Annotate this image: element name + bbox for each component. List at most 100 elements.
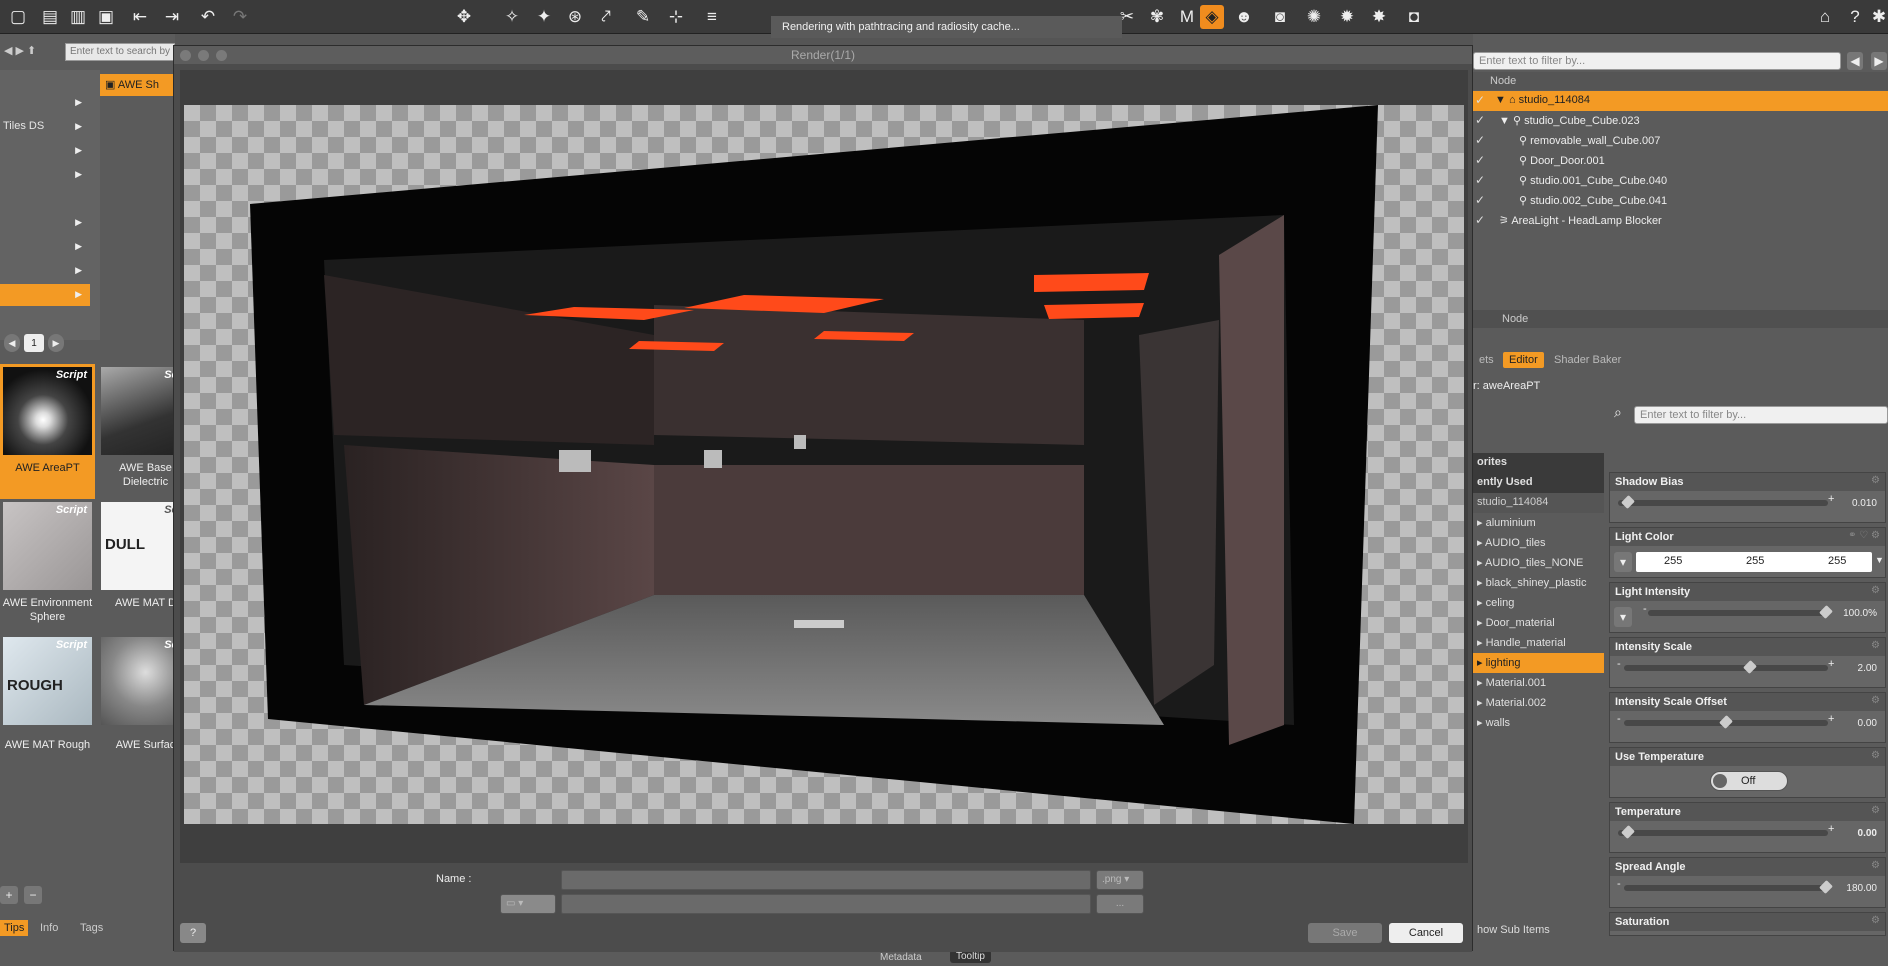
merge-folder-icon[interactable]: ▥ bbox=[66, 5, 90, 29]
morph-icon[interactable]: M bbox=[1175, 5, 1199, 29]
visibility-check-icon[interactable]: ✓ bbox=[1475, 93, 1485, 107]
material-item[interactable]: ▸ celing bbox=[1473, 593, 1604, 613]
color-field[interactable]: 255 255 255 bbox=[1636, 552, 1872, 572]
material-item[interactable]: ▸ AUDIO_tiles_NONE bbox=[1473, 553, 1604, 573]
undo-icon[interactable]: ↶ bbox=[196, 5, 220, 29]
browse-button[interactable]: ... bbox=[1096, 894, 1144, 914]
material-group-root[interactable]: studio_114084 bbox=[1473, 493, 1604, 513]
import-icon[interactable]: ⇤ bbox=[128, 5, 152, 29]
scene-item[interactable]: ✓ ▼ ⚲ studio_Cube_Cube.023 bbox=[1473, 111, 1888, 131]
point-light-icon[interactable]: ✺ bbox=[1302, 5, 1326, 29]
category-row[interactable]: ▶ bbox=[0, 140, 90, 162]
scene-item[interactable]: ✓ ⚞ AreaLight - HeadLamp Blocker bbox=[1473, 211, 1888, 231]
scene-tool-icon[interactable]: ✥ bbox=[452, 5, 476, 29]
prop-value[interactable]: 0.010 bbox=[1852, 498, 1877, 509]
scene-filter-input[interactable]: Enter text to filter by... bbox=[1473, 52, 1841, 70]
gear-icon[interactable]: ⚙ bbox=[1871, 805, 1880, 816]
material-item[interactable]: ▸ black_shiney_plastic bbox=[1473, 573, 1604, 593]
visibility-check-icon[interactable]: ✓ bbox=[1475, 193, 1485, 207]
new-file-icon[interactable]: ▢ bbox=[6, 5, 30, 29]
tab-shader-baker[interactable]: Shader Baker bbox=[1548, 352, 1627, 368]
open-folder-icon[interactable]: ▤ bbox=[38, 5, 62, 29]
increment-icon[interactable]: + bbox=[1828, 713, 1834, 725]
folder-menu-button[interactable]: ▭ ▾ bbox=[500, 894, 556, 914]
minimize-window-icon[interactable] bbox=[198, 50, 209, 61]
increment-icon[interactable]: + bbox=[1828, 823, 1834, 835]
gear-icon[interactable]: ⚙ bbox=[1871, 475, 1880, 486]
temperature-toggle[interactable]: Off bbox=[1710, 771, 1788, 791]
visibility-check-icon[interactable]: ✓ bbox=[1475, 153, 1485, 167]
scene-item[interactable]: ✓ ⚲ studio.002_Cube_Cube.041 bbox=[1473, 191, 1888, 211]
increment-icon[interactable]: + bbox=[1828, 493, 1834, 505]
transform-icon[interactable]: ⊹ bbox=[664, 5, 688, 29]
scene-item[interactable]: ✓ ⚲ removable_wall_Cube.007 bbox=[1473, 131, 1888, 151]
tab-editor[interactable]: Editor bbox=[1503, 352, 1544, 368]
material-item-selected[interactable]: ▸ lighting bbox=[1473, 653, 1604, 673]
name-input[interactable] bbox=[561, 870, 1091, 890]
distant-light-icon[interactable]: ✸ bbox=[1367, 5, 1391, 29]
settings-icon[interactable]: ✱ bbox=[1867, 5, 1888, 29]
library-nav-arrows[interactable]: ◀ ▶ ⬆ bbox=[4, 44, 36, 57]
gear-icon[interactable]: ⚙ bbox=[1871, 750, 1880, 761]
prop-value[interactable]: 2.00 bbox=[1858, 663, 1877, 674]
prop-value[interactable]: 0.00 bbox=[1858, 718, 1877, 729]
slider-track[interactable] bbox=[1618, 500, 1828, 506]
joint-icon[interactable]: ⊛ bbox=[563, 5, 587, 29]
save-icon[interactable]: ▣ bbox=[94, 5, 118, 29]
material-item[interactable]: ▸ Handle_material bbox=[1473, 633, 1604, 653]
sparkle-icon[interactable]: ✦ bbox=[532, 5, 556, 29]
decrement-icon[interactable]: - bbox=[1617, 658, 1621, 670]
cancel-button[interactable]: Cancel bbox=[1389, 923, 1463, 943]
tab-info[interactable]: Info bbox=[36, 920, 62, 936]
slider-knob[interactable] bbox=[1621, 825, 1635, 839]
save-button[interactable]: Save bbox=[1308, 923, 1382, 943]
path-input[interactable] bbox=[561, 894, 1091, 914]
material-item[interactable]: ▸ aluminium bbox=[1473, 513, 1604, 533]
tool-icon[interactable]: ✎ bbox=[631, 5, 655, 29]
spot-light-icon[interactable]: ✹ bbox=[1335, 5, 1359, 29]
help-button[interactable]: ? bbox=[180, 923, 206, 943]
material-item[interactable]: ▸ Material.002 bbox=[1473, 693, 1604, 713]
figure-icon[interactable]: ☻ bbox=[1232, 5, 1256, 29]
remove-button[interactable]: − bbox=[24, 886, 42, 904]
add-button[interactable]: + bbox=[0, 886, 18, 904]
category-row[interactable]: ▶ bbox=[0, 92, 90, 114]
home-icon[interactable]: ⌂ bbox=[1813, 5, 1837, 29]
tab-tags[interactable]: Tags bbox=[76, 920, 107, 936]
gear-icon[interactable]: ⚙ bbox=[1871, 640, 1880, 651]
slider-knob[interactable] bbox=[1621, 495, 1635, 509]
prop-value[interactable]: 180.00 bbox=[1846, 883, 1877, 894]
category-row[interactable]: ▶ bbox=[0, 164, 90, 186]
slider-knob[interactable] bbox=[1743, 660, 1757, 674]
tab-presets[interactable]: ets bbox=[1473, 352, 1500, 368]
gear-icon[interactable]: ⚙ bbox=[1871, 860, 1880, 871]
category-tab[interactable]: ▣ AWE Sh bbox=[100, 74, 175, 96]
decrement-icon[interactable]: - bbox=[1617, 713, 1621, 725]
decrement-icon[interactable]: - bbox=[1617, 878, 1621, 890]
slider-knob[interactable] bbox=[1719, 715, 1733, 729]
filter-forward-button[interactable]: ▶ bbox=[1871, 52, 1887, 70]
gear-icon[interactable]: ⚙ bbox=[1871, 695, 1880, 706]
show-sub-items-checkbox[interactable]: how Sub Items bbox=[1473, 921, 1604, 941]
camera-icon[interactable]: ◘ bbox=[1402, 5, 1426, 29]
export-icon[interactable]: ⇥ bbox=[160, 5, 184, 29]
visibility-check-icon[interactable]: ✓ bbox=[1475, 173, 1485, 187]
scene-item[interactable]: ✓ ⚲ studio.001_Cube_Cube.040 bbox=[1473, 171, 1888, 191]
library-search-input[interactable]: Enter text to search by bbox=[65, 43, 175, 61]
zoom-window-icon[interactable] bbox=[216, 50, 227, 61]
format-select[interactable]: .png ▾ bbox=[1096, 870, 1144, 890]
tile-awe-mat-rough[interactable]: Script ROUGH AWE MAT Rough bbox=[0, 634, 95, 769]
slider-track[interactable] bbox=[1618, 830, 1828, 836]
category-row[interactable]: Tiles DS ▶ bbox=[0, 116, 90, 138]
slider-knob[interactable] bbox=[1819, 880, 1833, 894]
category-row[interactable]: ▶ bbox=[0, 260, 90, 282]
scene-item[interactable]: ✓ ⚲ Door_Door.001 bbox=[1473, 151, 1888, 171]
align-icon[interactable]: ≡ bbox=[700, 5, 724, 29]
tile-awe-areapt[interactable]: Script AWE AreaPT bbox=[0, 364, 95, 499]
pointer-icon[interactable]: ⤤ bbox=[594, 5, 618, 29]
increment-icon[interactable]: + bbox=[1828, 658, 1834, 670]
material-group-recent[interactable]: ently Used bbox=[1473, 473, 1604, 493]
property-filter-input[interactable]: Enter text to filter by... bbox=[1634, 406, 1888, 424]
magic-wand-icon[interactable]: ✧ bbox=[500, 5, 524, 29]
close-window-icon[interactable] bbox=[180, 50, 191, 61]
